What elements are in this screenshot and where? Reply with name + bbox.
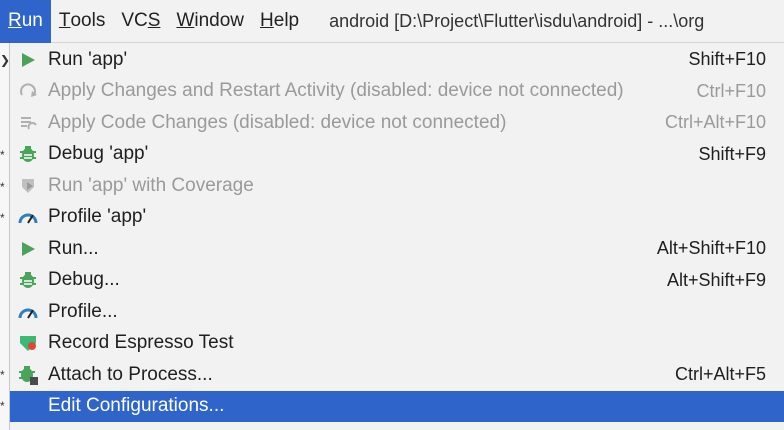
- menu-item-run-app[interactable]: Run 'app' Shift+F10: [10, 44, 784, 76]
- profile-icon: [17, 301, 39, 323]
- editor-gutter-mark-icon: *: [0, 148, 5, 162]
- editor-background-strip: ❯ * * * * *: [0, 43, 9, 430]
- run-menu-dropdown: Run 'app' Shift+F10 Apply Changes and Rest…: [9, 43, 784, 430]
- editor-fold-icon: ❯: [0, 53, 9, 67]
- menu-item-shortcut: Alt+Shift+F10: [656, 238, 766, 259]
- menu-item-debug[interactable]: Debug... Alt+Shift+F9: [10, 265, 784, 297]
- menu-item-shortcut: Ctrl+Alt+F5: [674, 364, 766, 385]
- menu-item-label: Run 'app': [48, 48, 128, 70]
- menu-item-label: Profile 'app': [48, 206, 147, 228]
- editor-gutter-mark-icon: *: [0, 211, 5, 225]
- run-icon: [17, 49, 39, 71]
- coverage-icon: [17, 175, 39, 197]
- menu-run[interactable]: Run: [0, 0, 51, 43]
- menu-item-profile[interactable]: Profile...: [10, 296, 784, 328]
- menu-item-apply-changes-and-restart-activity-disabled-device-not-connected: Apply Changes and Restart Activity (disa…: [10, 76, 784, 108]
- menu-item-shortcut: Alt+Shift+F9: [666, 269, 766, 290]
- menu-item-edit-configurations[interactable]: Edit Configurations...: [10, 390, 784, 422]
- menu-item-shortcut: Ctrl+Alt+F10: [664, 112, 766, 133]
- menu-item-apply-code-changes-disabled-device-not-connected: Apply Code Changes (disabled: device not…: [10, 107, 784, 139]
- menu-item-debug-app[interactable]: Debug 'app' Shift+F9: [10, 139, 784, 171]
- menu-item-label: Run 'app' with Coverage: [48, 174, 254, 196]
- attach-process-icon: [17, 364, 39, 386]
- menu-item-record-espresso-test[interactable]: Record Espresso Test: [10, 328, 784, 360]
- menu-help-mnemonic: H: [260, 10, 274, 31]
- menu-help[interactable]: Help: [252, 0, 307, 43]
- profile-icon: [17, 206, 39, 228]
- menu-tools-label: ools: [70, 10, 106, 31]
- menu-item-attach-to-process[interactable]: Attach to Process... Ctrl+Alt+F5: [10, 359, 784, 391]
- espresso-icon: [17, 332, 39, 354]
- apply-changes-icon: [17, 80, 39, 102]
- menu-window-label: indow: [194, 10, 245, 31]
- menu-vcs-mnemonic: S: [147, 10, 161, 31]
- menu-item-label: Debug 'app': [48, 143, 149, 165]
- menu-item-label: Profile...: [48, 300, 118, 322]
- apply-code-changes-icon: [17, 112, 39, 134]
- editor-gutter-mark-icon: *: [0, 368, 5, 382]
- menu-item-shortcut: Shift+F10: [688, 49, 766, 70]
- menu-item-run-app-with-coverage: Run 'app' with Coverage: [10, 170, 784, 202]
- menu-item-profile-app[interactable]: Profile 'app': [10, 202, 784, 234]
- menu-item-icon-placeholder: [17, 395, 39, 417]
- menu-vcs[interactable]: VC S: [113, 0, 168, 43]
- menu-help-label: elp: [273, 10, 300, 31]
- menu-item-label: Record Espresso Test: [48, 332, 234, 354]
- editor-gutter-mark-icon: *: [0, 399, 5, 413]
- menu-item-label: Edit Configurations...: [48, 395, 225, 417]
- window-title: android [D:\Project\Flutter\isdu\android…: [329, 10, 705, 31]
- menu-bar: Run Tools VC S Window Help android [D:\Pr…: [0, 0, 784, 43]
- menu-window[interactable]: Window: [168, 0, 252, 43]
- menu-item-label: Apply Code Changes (disabled: device not…: [48, 111, 507, 133]
- menu-tools-mnemonic: T: [58, 10, 71, 31]
- menu-tools[interactable]: Tools: [51, 0, 113, 43]
- menu-item-shortcut: Ctrl+F10: [696, 80, 766, 101]
- editor-gutter-mark-icon: *: [0, 180, 5, 194]
- menu-vcs-label: VC: [121, 10, 148, 31]
- menu-item-run[interactable]: Run... Alt+Shift+F10: [10, 233, 784, 265]
- menu-item-label: Attach to Process...: [48, 363, 213, 385]
- menu-run-mnemonic: R: [8, 10, 22, 31]
- menu-window-mnemonic: W: [176, 10, 195, 31]
- menu-item-shortcut: Shift+F9: [698, 143, 766, 164]
- menu-item-label: Debug...: [48, 269, 120, 291]
- menu-item-label: Apply Changes and Restart Activity (disa…: [48, 80, 624, 102]
- menu-item-label: Run...: [48, 237, 99, 259]
- debug-icon: [17, 269, 39, 291]
- menu-run-label: un: [21, 10, 43, 31]
- debug-icon: [17, 143, 39, 165]
- run-icon: [17, 238, 39, 260]
